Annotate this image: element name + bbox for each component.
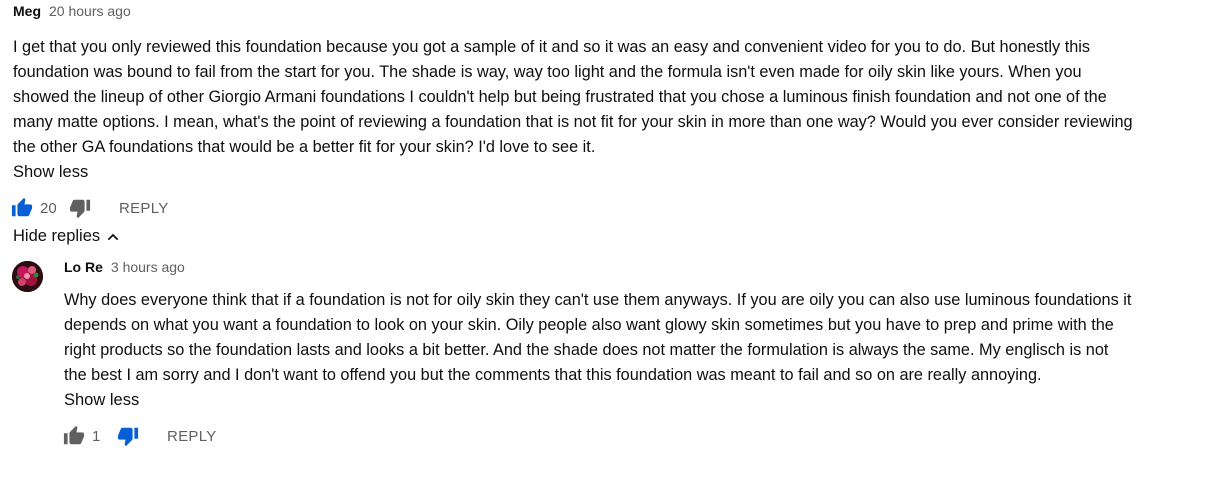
chevron-up-icon — [107, 233, 119, 240]
comment-header: Meg 20 hours ago — [13, 3, 1208, 27]
show-less-button[interactable]: Show less — [64, 389, 139, 411]
reply-button[interactable]: REPLY — [119, 200, 169, 217]
dislike-button[interactable] — [68, 196, 92, 220]
dislike-button[interactable] — [116, 424, 140, 448]
comment-timestamp[interactable]: 20 hours ago — [49, 3, 131, 19]
comment-author[interactable]: Meg — [13, 3, 41, 19]
reply-thread: Lo Re 3 hours ago Why does everyone thin… — [62, 259, 1208, 451]
reply-header: Lo Re 3 hours ago — [64, 259, 1208, 283]
show-less-button[interactable]: Show less — [13, 161, 88, 183]
avatar-image — [12, 261, 43, 292]
avatar[interactable] — [12, 261, 43, 292]
reply-button[interactable]: REPLY — [167, 428, 217, 445]
like-count: 20 — [40, 199, 57, 217]
like-button[interactable] — [62, 424, 86, 448]
comment-actions: 20 REPLY — [10, 193, 1208, 223]
reply-text: Why does everyone think that if a founda… — [64, 291, 1132, 384]
thumb-down-icon — [117, 427, 139, 447]
thumb-up-icon — [11, 197, 33, 217]
comment-text: I get that you only reviewed this founda… — [13, 38, 1133, 156]
hide-replies-button[interactable]: Hide replies — [13, 227, 121, 246]
reply-actions: 1 REPLY — [62, 421, 1208, 451]
reply-timestamp[interactable]: 3 hours ago — [111, 259, 185, 275]
hide-replies-label: Hide replies — [13, 227, 101, 245]
like-count: 1 — [92, 427, 101, 445]
like-button[interactable] — [10, 196, 34, 220]
thumb-up-icon — [63, 425, 85, 445]
thumb-down-icon — [69, 199, 91, 219]
reply-author[interactable]: Lo Re — [64, 259, 103, 275]
comment-thread: Meg 20 hours ago I get that you only rev… — [10, 3, 1208, 223]
